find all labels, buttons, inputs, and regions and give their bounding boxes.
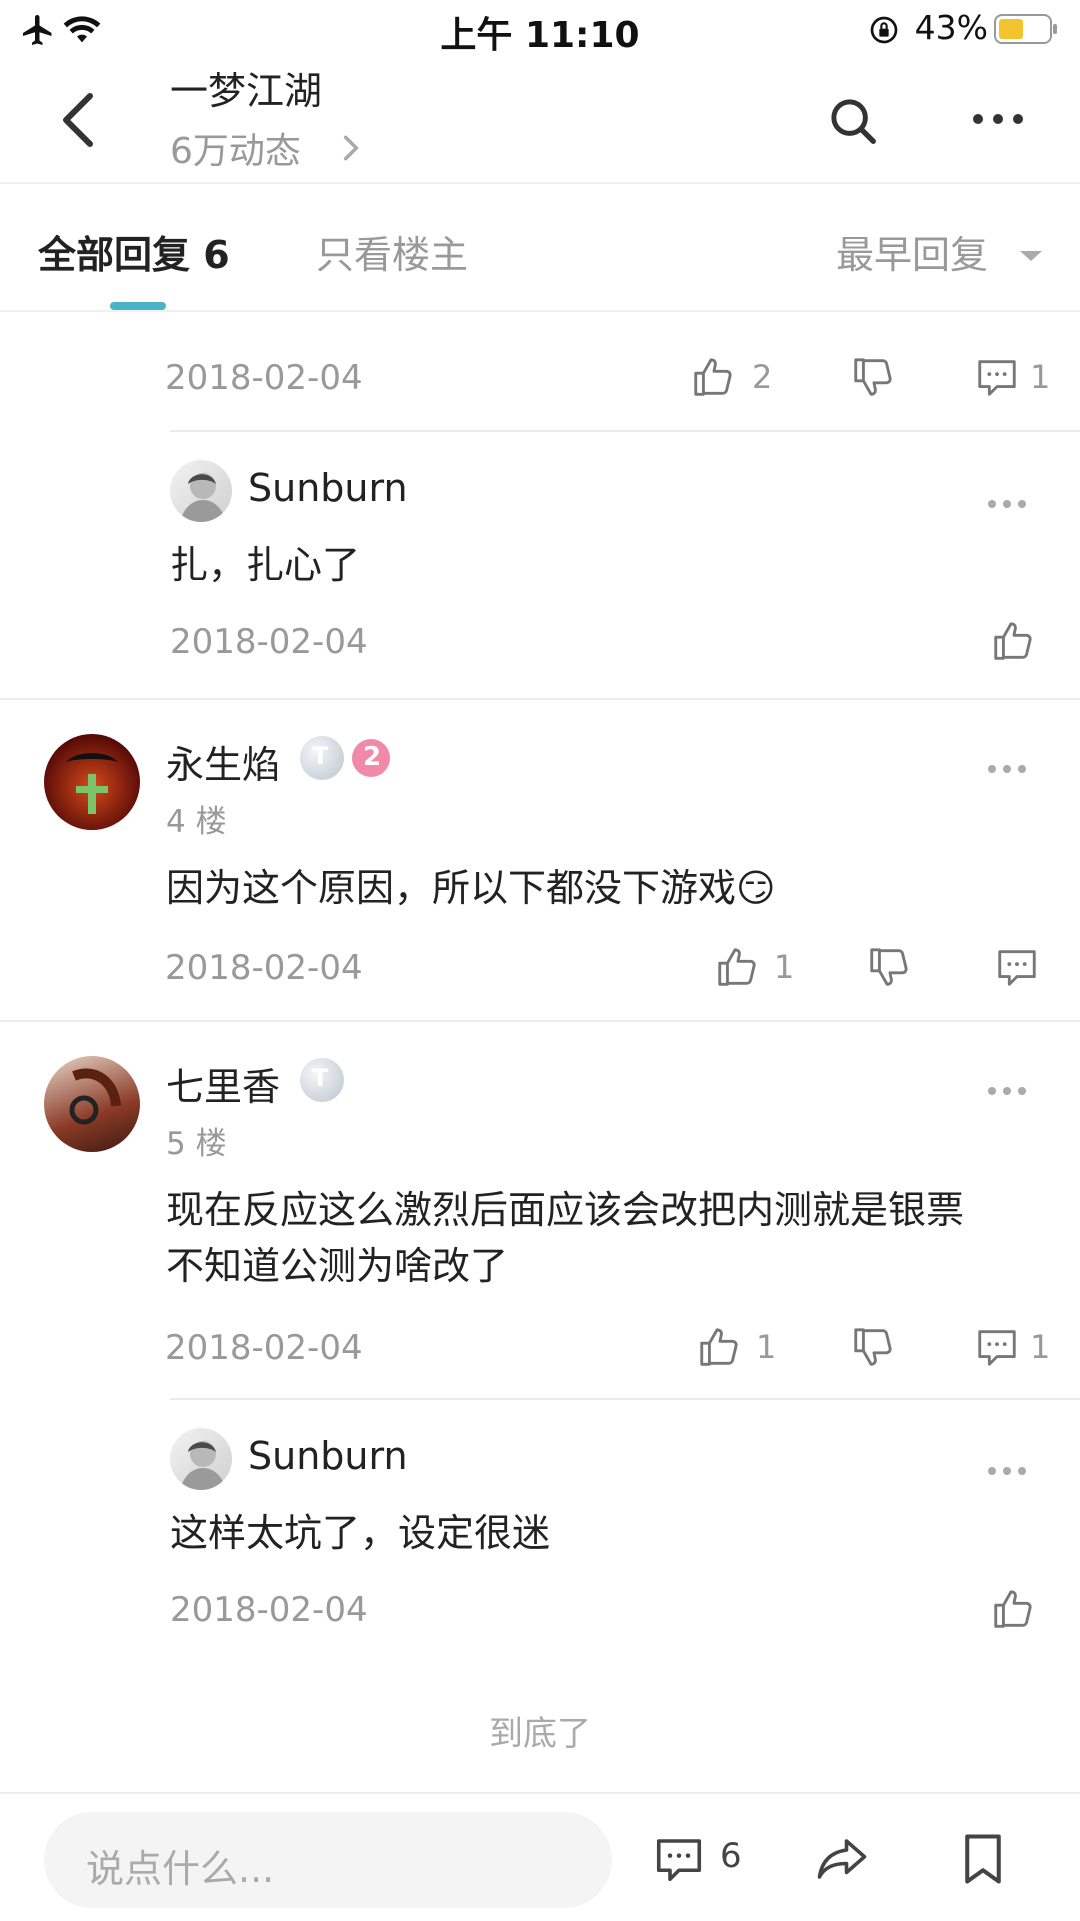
thumbs-up-icon[interactable]: [696, 1324, 742, 1370]
tab-indicator: [110, 302, 166, 310]
comment-count: 1: [1030, 358, 1051, 396]
end-of-list-text: 到底了: [489, 1714, 591, 1754]
comment-icon[interactable]: [994, 944, 1040, 990]
thumbs-down-icon[interactable]: [850, 1324, 896, 1370]
tab-all-replies[interactable]: 全部回复 6: [38, 224, 230, 279]
reply-text-line-2: 不知道公测为啥改了: [166, 1244, 509, 1288]
reply-date: 2018-02-04: [170, 622, 368, 662]
sort-dropdown[interactable]: 最早回复: [836, 224, 988, 279]
reply-date: 2018-02-04: [165, 358, 363, 398]
reply-text: 扎，扎心了: [170, 543, 361, 587]
divider: [170, 430, 1080, 432]
level-badge-icon: T: [300, 736, 344, 780]
divider: [0, 1020, 1080, 1022]
header: 一梦江湖 6万动态: [0, 60, 1080, 184]
avatar[interactable]: [44, 1056, 140, 1152]
more-icon[interactable]: [988, 1467, 1028, 1477]
page-title[interactable]: 一梦江湖: [170, 60, 322, 115]
divider: [0, 698, 1080, 700]
orientation-lock-icon: [870, 16, 898, 44]
thumbs-up-icon[interactable]: [990, 618, 1036, 664]
comment-icon[interactable]: [974, 354, 1020, 400]
thumbs-down-icon[interactable]: [850, 354, 896, 400]
comment-icon[interactable]: [652, 1832, 706, 1886]
more-icon[interactable]: [988, 1087, 1028, 1097]
username[interactable]: 七里香: [166, 1056, 280, 1111]
reply-text: 因为这个原因，所以下都没下游戏😏: [166, 866, 776, 910]
thumbs-down-icon[interactable]: [866, 944, 912, 990]
username[interactable]: Sunburn: [248, 466, 408, 510]
like-count: 2: [752, 358, 773, 396]
more-icon[interactable]: [988, 765, 1028, 775]
like-count: 1: [774, 948, 795, 986]
bookmark-icon[interactable]: [960, 1832, 1006, 1886]
floor-number: 4 楼: [166, 804, 227, 840]
comment-total: 6: [720, 1836, 742, 1876]
search-icon[interactable]: [826, 94, 880, 148]
bottom-bar: 说点什么... 6: [0, 1792, 1080, 1921]
reply-date: 2018-02-04: [165, 948, 363, 988]
thumbs-up-icon[interactable]: [990, 1586, 1036, 1632]
rank-badge: 2: [352, 739, 390, 777]
username[interactable]: 永生焰: [166, 734, 280, 789]
comment-count: 1: [1030, 1328, 1051, 1366]
reply-date: 2018-02-04: [170, 1590, 368, 1630]
back-icon[interactable]: [58, 90, 98, 150]
avatar[interactable]: [44, 734, 140, 830]
thumbs-up-icon[interactable]: [714, 944, 760, 990]
chevron-right-icon[interactable]: [340, 132, 362, 164]
reply-text: 这样太坑了，设定很迷: [170, 1511, 551, 1555]
share-icon[interactable]: [814, 1832, 870, 1886]
divider: [170, 1398, 1080, 1400]
like-count: 1: [756, 1328, 777, 1366]
avatar[interactable]: [170, 460, 232, 522]
status-bar: 上午 11:10 43%: [0, 0, 1080, 60]
battery-percent: 43%: [914, 8, 988, 47]
level-badge-icon: T: [300, 1058, 344, 1102]
avatar[interactable]: [170, 1428, 232, 1490]
thumbs-up-icon[interactable]: [690, 354, 736, 400]
reply-date: 2018-02-04: [165, 1328, 363, 1368]
comment-input-placeholder: 说点什么...: [86, 1847, 275, 1891]
tab-bar: 全部回复 6 只看楼主 最早回复: [0, 186, 1080, 312]
more-icon[interactable]: [970, 110, 1026, 128]
reply-text-line-1: 现在反应这么激烈后面应该会改把内测就是银票: [166, 1188, 965, 1232]
comment-input[interactable]: 说点什么...: [44, 1812, 612, 1908]
comment-icon[interactable]: [974, 1324, 1020, 1370]
caret-down-icon[interactable]: [1018, 248, 1044, 264]
tab-op-only[interactable]: 只看楼主: [316, 224, 468, 279]
battery-icon: [994, 14, 1057, 44]
username[interactable]: Sunburn: [248, 1434, 408, 1478]
page-subtitle[interactable]: 6万动态: [170, 122, 301, 174]
floor-number: 5 楼: [166, 1126, 227, 1162]
more-icon[interactable]: [988, 500, 1028, 510]
